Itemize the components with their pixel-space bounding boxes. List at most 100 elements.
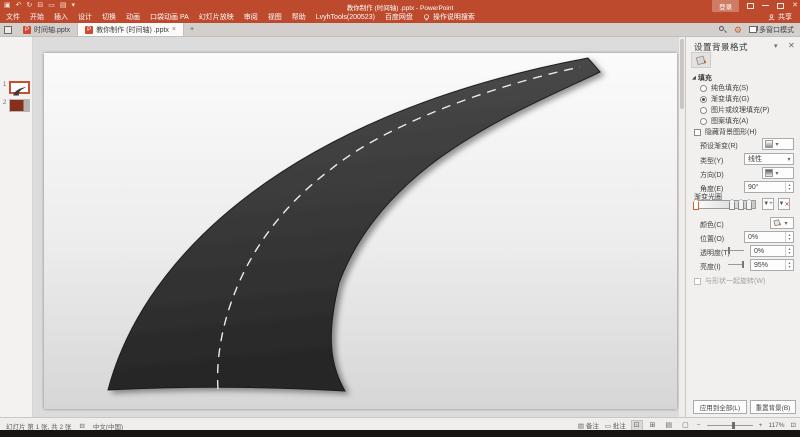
checkbox-disabled-icon: [694, 278, 701, 285]
zoom-slider[interactable]: [707, 425, 753, 426]
gradient-stops-slider[interactable]: [694, 200, 756, 209]
gradient-stop[interactable]: [738, 199, 744, 210]
preset-gradient-dropdown[interactable]: ▾: [762, 138, 794, 150]
reading-view-icon[interactable]: ▤: [664, 421, 675, 430]
spinner-arrows[interactable]: ▴▾: [785, 232, 793, 242]
slide-canvas[interactable]: [44, 53, 677, 409]
comments-button[interactable]: ▭ 批注: [605, 420, 626, 430]
radio-icon[interactable]: [700, 107, 707, 114]
slider-handle[interactable]: [742, 261, 744, 268]
display-settings-icon[interactable]: ⊟: [79, 422, 84, 430]
brightness-spinner[interactable]: 95%▴▾: [750, 259, 794, 271]
option-gradient-fill[interactable]: 渐变填充(G): [700, 94, 749, 104]
document-tab-bar: P 时间轴.pptx P 教你制作 (时间轴) .pptx × + ⚙ 多窗口模…: [0, 23, 800, 37]
add-gradient-stop-button[interactable]: ▼+: [762, 198, 774, 210]
radio-icon[interactable]: [700, 118, 707, 125]
apply-to-all-button[interactable]: 应用到全部(L): [693, 400, 747, 414]
position-spinner[interactable]: 0%▴▾: [744, 231, 794, 243]
spinner-arrows[interactable]: ▴▾: [785, 182, 793, 192]
tab-insert[interactable]: 插入: [54, 12, 68, 22]
pane-options-icon[interactable]: ▾: [774, 42, 778, 50]
doc-tab-inactive[interactable]: P 时间轴.pptx: [16, 23, 77, 36]
remove-gradient-stop-button[interactable]: ▼✕: [778, 198, 790, 210]
tab-list-button[interactable]: [0, 23, 16, 36]
comments-label: 批注: [613, 423, 626, 430]
angle-spinner[interactable]: 90°▴▾: [744, 181, 794, 193]
notes-button[interactable]: ▤ 备注: [578, 420, 599, 430]
radio-icon[interactable]: [700, 85, 707, 92]
transparency-spinner[interactable]: 0%▴▾: [750, 245, 794, 257]
tab-baidu-netdisk[interactable]: 百度网盘: [385, 12, 413, 22]
option-pattern-fill[interactable]: 图案填充(A): [700, 116, 748, 126]
direction-dropdown[interactable]: ▾: [762, 167, 794, 179]
gradient-stop[interactable]: [729, 199, 735, 210]
gradient-stop-selected[interactable]: [693, 199, 699, 210]
reset-background-button[interactable]: 重置背景(B): [750, 400, 796, 414]
tab-help[interactable]: 帮助: [292, 12, 306, 22]
spin-down-icon[interactable]: ▾: [788, 187, 790, 191]
zoom-in-icon[interactable]: +: [759, 422, 763, 429]
tab-animations[interactable]: 动画: [126, 12, 140, 22]
gradient-stop[interactable]: [746, 199, 752, 210]
transparency-slider[interactable]: [728, 245, 744, 257]
zoom-out-icon[interactable]: −: [697, 422, 701, 429]
option-solid-fill[interactable]: 纯色填充(S): [700, 83, 748, 93]
chevron-down-icon: ▾: [773, 141, 781, 148]
doc-tab-label: 教你制作 (时间轴) .pptx: [96, 25, 169, 35]
spin-down-icon[interactable]: ▾: [788, 237, 790, 241]
radio-selected-icon[interactable]: [700, 96, 707, 103]
slide-1-thumbnail[interactable]: [9, 81, 30, 94]
restore-icon[interactable]: [777, 3, 784, 9]
tab-design[interactable]: 设计: [78, 12, 92, 22]
normal-view-icon[interactable]: ⊡: [632, 421, 642, 430]
doc-tab-active[interactable]: P 教你制作 (时间轴) .pptx ×: [77, 23, 184, 36]
checkbox-icon[interactable]: [694, 129, 701, 136]
option-picture-fill[interactable]: 图片或纹理填充(P): [700, 105, 769, 115]
spin-down-icon[interactable]: ▾: [788, 265, 790, 269]
option-hide-background[interactable]: 隐藏背景图形(H): [694, 127, 757, 137]
slide-2-thumbnail[interactable]: [9, 99, 30, 112]
slide-sorter-view-icon[interactable]: ⊞: [648, 421, 658, 430]
tab-file[interactable]: 文件: [6, 12, 20, 22]
close-icon[interactable]: ✕: [792, 1, 798, 10]
multi-window-mode-button[interactable]: 多窗口模式: [749, 25, 794, 35]
zoom-level[interactable]: 117%: [768, 422, 784, 429]
spinner-arrows[interactable]: ▴▾: [785, 260, 793, 270]
road-shape[interactable]: [108, 58, 600, 391]
tab-home[interactable]: 开始: [30, 12, 44, 22]
fit-to-window-icon[interactable]: ⊡: [791, 421, 796, 429]
ppt-file-icon: P: [23, 26, 31, 34]
chevron-down-icon: ▾: [785, 156, 793, 163]
transparency-row: 透明度(T): [700, 248, 730, 258]
multi-window-icon: [749, 26, 757, 33]
ribbon-display-options-icon[interactable]: [747, 3, 754, 9]
tab-pocket-animation[interactable]: 口袋动画 PA: [150, 12, 189, 22]
slideshow-view-icon[interactable]: ▢: [680, 421, 691, 430]
fill-category-button[interactable]: [691, 52, 711, 68]
gear-icon[interactable]: ⚙: [734, 25, 742, 35]
zoom-slider-thumb[interactable]: [732, 422, 735, 429]
tab-slideshow[interactable]: 幻灯片放映: [199, 12, 234, 22]
fill-section-header[interactable]: ◢填充: [692, 73, 712, 83]
new-tab-button[interactable]: +: [184, 23, 200, 36]
tab-review[interactable]: 审阅: [244, 12, 258, 22]
slide-1-road-preview: [11, 87, 28, 96]
tell-me-search[interactable]: 操作说明搜索: [423, 12, 475, 22]
pane-close-icon[interactable]: ✕: [788, 41, 795, 50]
scrollbar-thumb[interactable]: [680, 39, 684, 109]
spin-down-icon[interactable]: ▾: [788, 251, 790, 255]
slider-handle[interactable]: [728, 247, 730, 254]
tab-transitions[interactable]: 切换: [102, 12, 116, 22]
search-icon[interactable]: [719, 26, 727, 34]
color-dropdown[interactable]: ▾: [770, 217, 794, 229]
share-button[interactable]: 共享: [768, 12, 792, 22]
tab-close-icon[interactable]: ×: [172, 26, 176, 33]
brightness-slider[interactable]: [728, 259, 744, 271]
tab-lvyhtools[interactable]: LvyhTools(200523): [316, 14, 375, 21]
tab-view[interactable]: 视图: [268, 12, 282, 22]
spinner-arrows[interactable]: ▴▾: [785, 246, 793, 256]
type-dropdown[interactable]: 线性▾: [744, 153, 794, 165]
minimize-icon[interactable]: [762, 5, 769, 6]
sign-in-button[interactable]: 登录: [712, 0, 739, 12]
type-row: 类型(Y): [700, 156, 723, 166]
